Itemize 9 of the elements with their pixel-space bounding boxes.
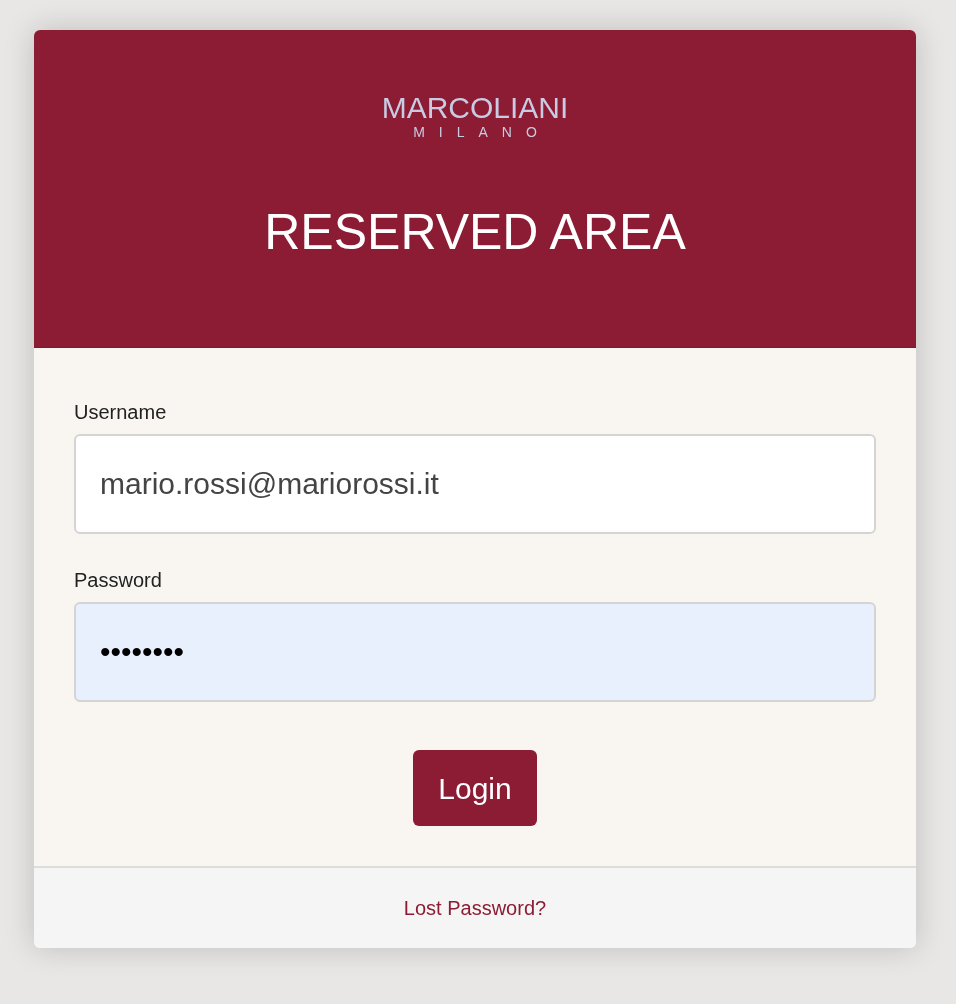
field-label: Password <box>74 568 162 592</box>
field-label: Username <box>74 400 167 424</box>
page-title: RESERVED AREA <box>264 204 686 260</box>
logo-wordmark: MARCOLIANI <box>381 92 569 124</box>
lost-password-link[interactable]: Lost Password? <box>403 893 547 923</box>
login-button[interactable]: Login <box>413 750 537 826</box>
input-field[interactable]: mario.rossi@mariorossi.it <box>74 434 876 534</box>
logo-subtitle: MILANO <box>412 124 551 140</box>
input-field[interactable]: •••••••• <box>74 602 876 702</box>
